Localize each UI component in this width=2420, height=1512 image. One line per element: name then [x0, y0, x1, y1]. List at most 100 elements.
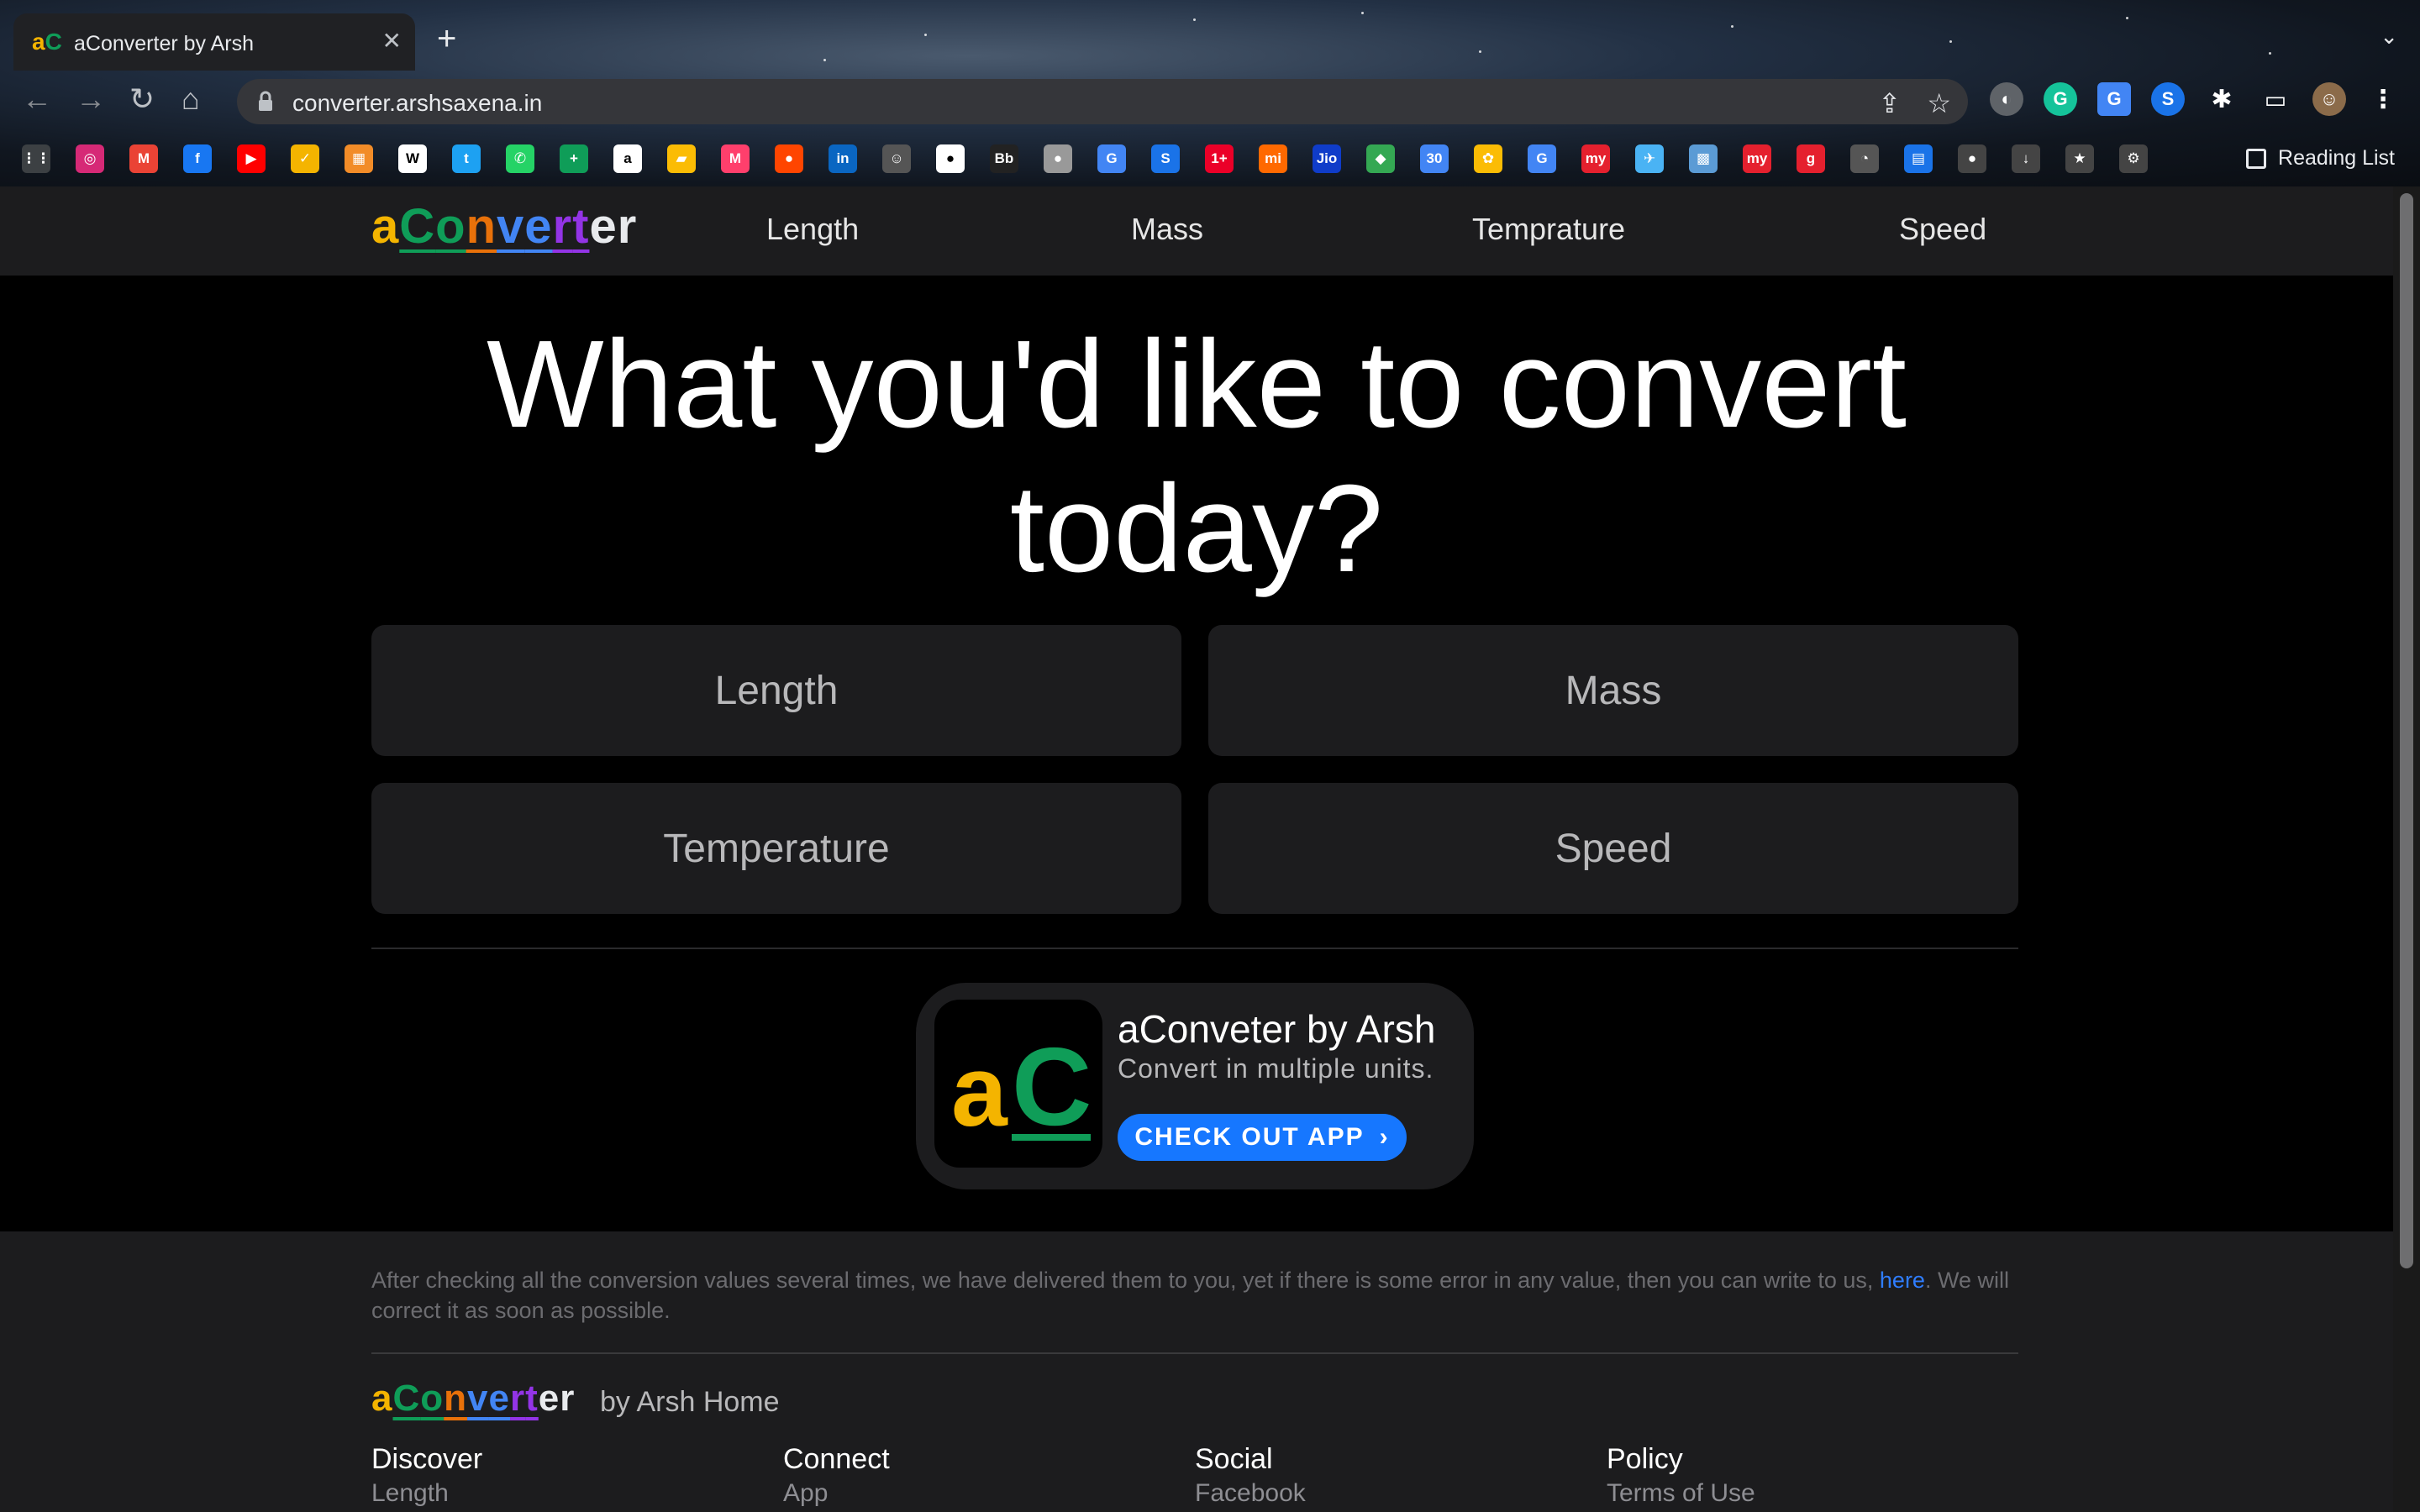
promo-title: aConveter by Arsh — [1118, 1007, 1436, 1051]
address-bar[interactable]: converter.arshsaxena.in ⇪ ☆ — [237, 79, 1968, 124]
github-gray-icon[interactable]: ● — [1958, 144, 1986, 173]
oneplus-icon[interactable]: 1+ — [1205, 144, 1234, 173]
section-divider — [371, 948, 2018, 949]
cast-icon[interactable]: ▭ — [2259, 82, 2292, 116]
browser-chrome: aC aConverter by Arsh ✕ + ⌄ ← → ↻ ⌂ conv… — [0, 0, 2420, 186]
google-icon[interactable]: G — [1097, 144, 1126, 173]
promo-subtitle: Convert in multiple units. — [1118, 1053, 1434, 1084]
wikipedia-icon[interactable]: W — [398, 144, 427, 173]
lock-icon — [259, 91, 272, 111]
check-out-app-button[interactable]: CHECK OUT APP › — [1118, 1114, 1407, 1161]
sheets-icon[interactable]: + — [560, 144, 588, 173]
extensions-puzzle-icon[interactable]: ✱ — [2205, 82, 2238, 116]
tab-title: aConverter by Arsh — [74, 32, 254, 55]
mi-icon[interactable]: mi — [1259, 144, 1287, 173]
myntra-my-icon[interactable]: my — [1743, 144, 1771, 173]
forward-icon[interactable]: → — [76, 84, 106, 114]
profile-icon[interactable]: ☺ — [882, 144, 911, 173]
footer-link-facebook[interactable]: Facebook — [1195, 1479, 1306, 1508]
twitter-icon[interactable]: t — [452, 144, 481, 173]
footer-logo[interactable]: aConverter — [371, 1378, 575, 1420]
footer-column-title: Connect — [783, 1443, 890, 1475]
card-temperature[interactable]: Temperature — [371, 783, 1181, 914]
card-length[interactable]: Length — [371, 625, 1181, 756]
star-icon[interactable]: ★ — [2065, 144, 2094, 173]
reddit-icon[interactable]: ● — [775, 144, 803, 173]
translate-icon[interactable]: G — [1528, 144, 1556, 173]
bookmarks-bar: ⋮⋮ ◎ Mf ▶ ✓ ▦ Wt ✆ + a ▰ M ● in ☺ ● Bb ● G S 1+ mi Jio ◆ 30 ✿ Gmy ✈… — [0, 131, 2420, 186]
translate-extension-icon[interactable]: G — [2097, 82, 2131, 116]
calendar-icon[interactable]: 30 — [1420, 144, 1449, 173]
jio-icon[interactable]: Jio — [1313, 144, 1341, 173]
nav-link-mass[interactable]: Mass — [1131, 212, 1203, 247]
youtube-icon[interactable]: ▶ — [237, 144, 266, 173]
reading-list-button[interactable]: Reading List — [2246, 146, 2395, 171]
nav-link-speed[interactable]: Speed — [1899, 212, 1986, 247]
new-tab-button[interactable]: + — [437, 22, 456, 55]
back-icon[interactable]: ← — [22, 84, 52, 114]
s-icon[interactable]: S — [1151, 144, 1180, 173]
browser-toolbar: ← → ↻ ⌂ converter.arshsaxena.in ⇪ ☆ ◐ G … — [0, 71, 2420, 131]
site-logo[interactable]: aConverter — [371, 198, 637, 255]
slides-icon[interactable]: ▦ — [345, 144, 373, 173]
doc-icon[interactable]: ▤ — [1904, 144, 1933, 173]
app-logo-icon: aC — [934, 1000, 1102, 1168]
footer-link-app[interactable]: App — [783, 1479, 890, 1508]
tab-close-icon[interactable]: ✕ — [382, 27, 402, 55]
home-icon[interactable]: ⌂ — [182, 84, 200, 114]
footer-home-link[interactable]: by Arsh Home — [600, 1386, 780, 1419]
github-icon[interactable]: ● — [936, 144, 965, 173]
tab-search-icon[interactable]: ⌄ — [2380, 24, 2398, 50]
linkedin-icon[interactable]: in — [829, 144, 857, 173]
scrollbar-thumb[interactable] — [2400, 193, 2413, 1268]
grammarly-icon[interactable]: G — [2044, 82, 2077, 116]
maps-icon[interactable]: ◆ — [1366, 144, 1395, 173]
travel-icon[interactable]: ▩ — [1689, 144, 1718, 173]
apple-icon[interactable]: ● — [1044, 144, 1072, 173]
gmail-icon[interactable]: M — [129, 144, 158, 173]
facebook-icon[interactable]: f — [183, 144, 212, 173]
hero-title-line2: today? — [1009, 459, 1384, 598]
footer-column-title: Policy — [1607, 1443, 1683, 1475]
footer-divider — [371, 1352, 2018, 1354]
profile-avatar[interactable]: ☺ — [2312, 82, 2346, 116]
page-viewport: aConverter Length Mass Temprature Speed … — [0, 186, 2420, 1512]
apps-icon[interactable]: ⋮⋮ — [22, 144, 50, 173]
shazam-icon[interactable]: S — [2151, 82, 2185, 116]
contact-here-link[interactable]: here — [1880, 1268, 1925, 1293]
photos-icon[interactable]: ✿ — [1474, 144, 1502, 173]
page-scrollbar[interactable] — [2393, 186, 2420, 1512]
reload-icon[interactable]: ↻ — [129, 84, 155, 114]
settings-icon[interactable]: ⚙ — [2119, 144, 2148, 173]
footer-link-terms[interactable]: Terms of Use — [1607, 1479, 1755, 1508]
download-icon[interactable]: ↓ — [2012, 144, 2040, 173]
browser-tab-active[interactable]: aC aConverter by Arsh ✕ — [13, 13, 415, 71]
bb-icon[interactable]: Bb — [990, 144, 1018, 173]
flight-icon[interactable]: ✈ — [1635, 144, 1664, 173]
instagram-icon[interactable]: ◎ — [76, 144, 104, 173]
footer-column-social: Social Facebook — [1195, 1443, 1306, 1508]
footer-link-length[interactable]: Length — [371, 1479, 482, 1508]
footer-column-policy: Policy Terms of Use — [1607, 1443, 1755, 1508]
site-footer: After checking all the conversion values… — [0, 1231, 2393, 1512]
bookmark-star-icon[interactable]: ☆ — [1927, 87, 1951, 119]
extension-icon[interactable]: ◐ — [1990, 82, 2023, 116]
disclaimer-text: After checking all the conversion values… — [371, 1265, 2035, 1326]
nav-link-length[interactable]: Length — [766, 212, 859, 247]
check-icon[interactable]: ✓ — [291, 144, 319, 173]
keep-icon[interactable]: ▰ — [667, 144, 696, 173]
reading-list-label: Reading List — [2278, 146, 2395, 170]
amazon-icon[interactable]: a — [613, 144, 642, 173]
menu-icon[interactable]: ⋮ — [2366, 82, 2400, 116]
footer-column-discover: Discover Length — [371, 1443, 482, 1508]
share-icon[interactable]: ⇪ — [1878, 87, 1901, 119]
nav-link-temperature[interactable]: Temprature — [1472, 212, 1625, 247]
whatsapp-icon[interactable]: ✆ — [506, 144, 534, 173]
chevron-right-icon: › — [1379, 1123, 1390, 1151]
speed-icon[interactable]: ◔ — [1850, 144, 1879, 173]
myntra-icon[interactable]: M — [721, 144, 750, 173]
card-mass[interactable]: Mass — [1208, 625, 2018, 756]
g-icon[interactable]: g — [1797, 144, 1825, 173]
card-speed[interactable]: Speed — [1208, 783, 2018, 914]
makemytrip-icon[interactable]: my — [1581, 144, 1610, 173]
